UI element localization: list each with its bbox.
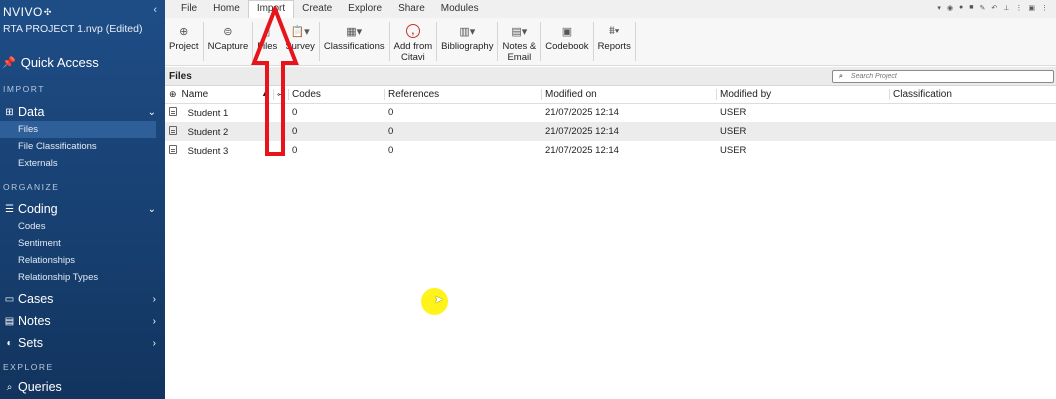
quick-access[interactable]: 📌 Quick Access	[0, 55, 165, 70]
select-all-icon[interactable]: ⊕	[169, 89, 177, 99]
cases-icon: ▭	[4, 293, 15, 305]
queries-icon: ⌕	[6, 381, 13, 393]
tab-share[interactable]: Share	[390, 0, 433, 18]
mouse-pointer-icon: ➤	[434, 294, 444, 306]
notes-email-label: Notes & Email	[502, 41, 537, 63]
bibliography-icon: ▥▾	[459, 25, 476, 38]
chevron-right-icon: ›	[152, 293, 156, 305]
sidebar-group-notes[interactable]: ▤ Notes ›	[0, 312, 165, 330]
sidebar-group-sets[interactable]: ◐ Sets ›	[0, 334, 165, 352]
search-icon: ⌕	[839, 72, 843, 80]
header-modified-by[interactable]: Modified by	[716, 86, 889, 104]
chevron-down-icon: ⌄	[147, 203, 156, 215]
annotation-arrow	[251, 6, 299, 156]
help-icon[interactable]: ◉	[947, 4, 953, 12]
classifications-icon: ▦▾	[346, 25, 363, 38]
header-references[interactable]: References	[384, 86, 541, 104]
classifications-label: Classifications	[323, 41, 385, 52]
sidebar-group-queries[interactable]: ⌕ Queries	[0, 378, 165, 396]
notes-email-button[interactable]: ▤▾ Notes & Email	[498, 18, 540, 65]
user-icon[interactable]: ●	[959, 4, 963, 12]
project-label: Project	[169, 41, 199, 52]
reports-button[interactable]: ⩩▾ Reports	[594, 18, 635, 65]
queries-label: Queries	[18, 380, 62, 394]
codebook-button[interactable]: ▣ Codebook	[541, 18, 592, 65]
tab-create[interactable]: Create	[294, 0, 340, 18]
notes-icon: ▤	[4, 315, 15, 327]
pane-title: Files	[169, 70, 192, 82]
pin-icon[interactable]: ⊥	[1003, 4, 1009, 12]
bibliography-label: Bibliography	[441, 41, 494, 52]
pin-icon: 📌	[2, 57, 16, 69]
tab-explore[interactable]: Explore	[340, 0, 390, 18]
window-controls: ▾ ◉ ● ■ ✎ ↶ ⊥ ⋮ ▣ ⋮	[937, 4, 1048, 12]
sidebar-item-codes[interactable]: Codes	[0, 218, 165, 235]
reports-icon: ⩩▾	[608, 24, 620, 37]
sets-label: Sets	[18, 336, 44, 350]
more-icon[interactable]: ⋮	[1041, 4, 1048, 12]
tab-home[interactable]: Home	[205, 0, 248, 18]
logo-text: NVIVO	[3, 5, 43, 19]
classifications-button[interactable]: ▦▾ Classifications	[320, 18, 389, 65]
nvivo-logo: NVIVO ✣	[3, 5, 161, 19]
search-input[interactable]	[850, 73, 1031, 80]
document-icon	[169, 125, 177, 135]
chevron-right-icon: ›	[152, 337, 156, 349]
section-import: IMPORT	[3, 84, 45, 94]
bibliography-button[interactable]: ▥▾ Bibliography	[437, 18, 497, 65]
undo-icon[interactable]: ↶	[991, 4, 997, 12]
ncapture-label: NCapture	[207, 41, 249, 52]
sidebar-item-sentiment[interactable]: Sentiment	[0, 235, 165, 252]
navigation-sidebar: NVIVO ✣ ‹ RTA PROJECT 1.nvp (Edited) 📌 Q…	[0, 0, 165, 399]
chevron-down-icon: ⌄	[147, 106, 156, 118]
header-classification[interactable]: Classification	[889, 86, 1056, 104]
save-icon[interactable]: ■	[969, 4, 973, 12]
project-import-icon: ⊕	[179, 25, 189, 38]
quick-access-label: Quick Access	[20, 55, 99, 70]
data-label: Data	[18, 105, 45, 119]
header-codes[interactable]: Codes	[288, 86, 384, 104]
sidebar-group-data[interactable]: ⊞ Data ⌄	[0, 103, 165, 121]
dropdown-icon[interactable]: ▾	[937, 4, 941, 12]
reports-label: Reports	[597, 41, 631, 52]
citavi-icon: ,	[405, 24, 420, 38]
sidebar-item-files[interactable]: Files	[0, 121, 156, 138]
ncapture-button[interactable]: ⊜ NCapture	[204, 18, 253, 65]
sidebar-item-externals[interactable]: Externals	[0, 155, 165, 172]
sidebar-group-coding[interactable]: ☰ Coding ⌄	[0, 200, 165, 218]
sidebar-group-cases[interactable]: ▭ Cases ›	[0, 290, 165, 308]
search-box[interactable]: ⌕	[832, 70, 1054, 83]
coding-label: Coding	[18, 202, 58, 216]
chevron-right-icon: ›	[152, 315, 156, 327]
chat-icon[interactable]: ▣	[1028, 4, 1035, 12]
add-from-citavi-button[interactable]: , Add from Citavi	[390, 18, 437, 65]
project-title: RTA PROJECT 1.nvp (Edited)	[3, 23, 143, 35]
section-explore: EXPLORE	[3, 362, 54, 372]
ncapture-icon: ⊜	[223, 25, 233, 38]
codebook-icon: ▣	[561, 25, 573, 38]
document-icon	[169, 106, 177, 116]
notes-label: Notes	[18, 314, 51, 328]
document-icon	[169, 144, 177, 154]
codebook-label: Codebook	[545, 41, 589, 52]
sidebar-item-relationships[interactable]: Relationships	[0, 252, 165, 269]
tab-file[interactable]: File	[173, 0, 205, 18]
coding-icon: ☰	[5, 203, 14, 215]
sidebar-item-file-classifications[interactable]: File Classifications	[0, 138, 165, 155]
header-modified-on[interactable]: Modified on	[541, 86, 716, 104]
edit-icon[interactable]: ✎	[980, 4, 986, 12]
citavi-label: Add from Citavi	[393, 41, 433, 63]
notes-email-icon: ▤▾	[511, 25, 528, 38]
sets-toggle-icon: ◐	[6, 337, 13, 349]
project-button[interactable]: ⊕ Project	[165, 18, 203, 65]
grid-icon: ⊞	[5, 106, 14, 118]
sidebar-item-relationship-types[interactable]: Relationship Types	[0, 269, 165, 286]
tab-modules[interactable]: Modules	[433, 0, 487, 18]
section-organize: ORGANIZE	[3, 182, 60, 192]
logo-mark: ✣	[43, 6, 52, 17]
collapse-sidebar-icon[interactable]: ‹	[153, 4, 157, 16]
cases-label: Cases	[18, 292, 54, 306]
expand-icon[interactable]: ⋮	[1015, 4, 1022, 12]
